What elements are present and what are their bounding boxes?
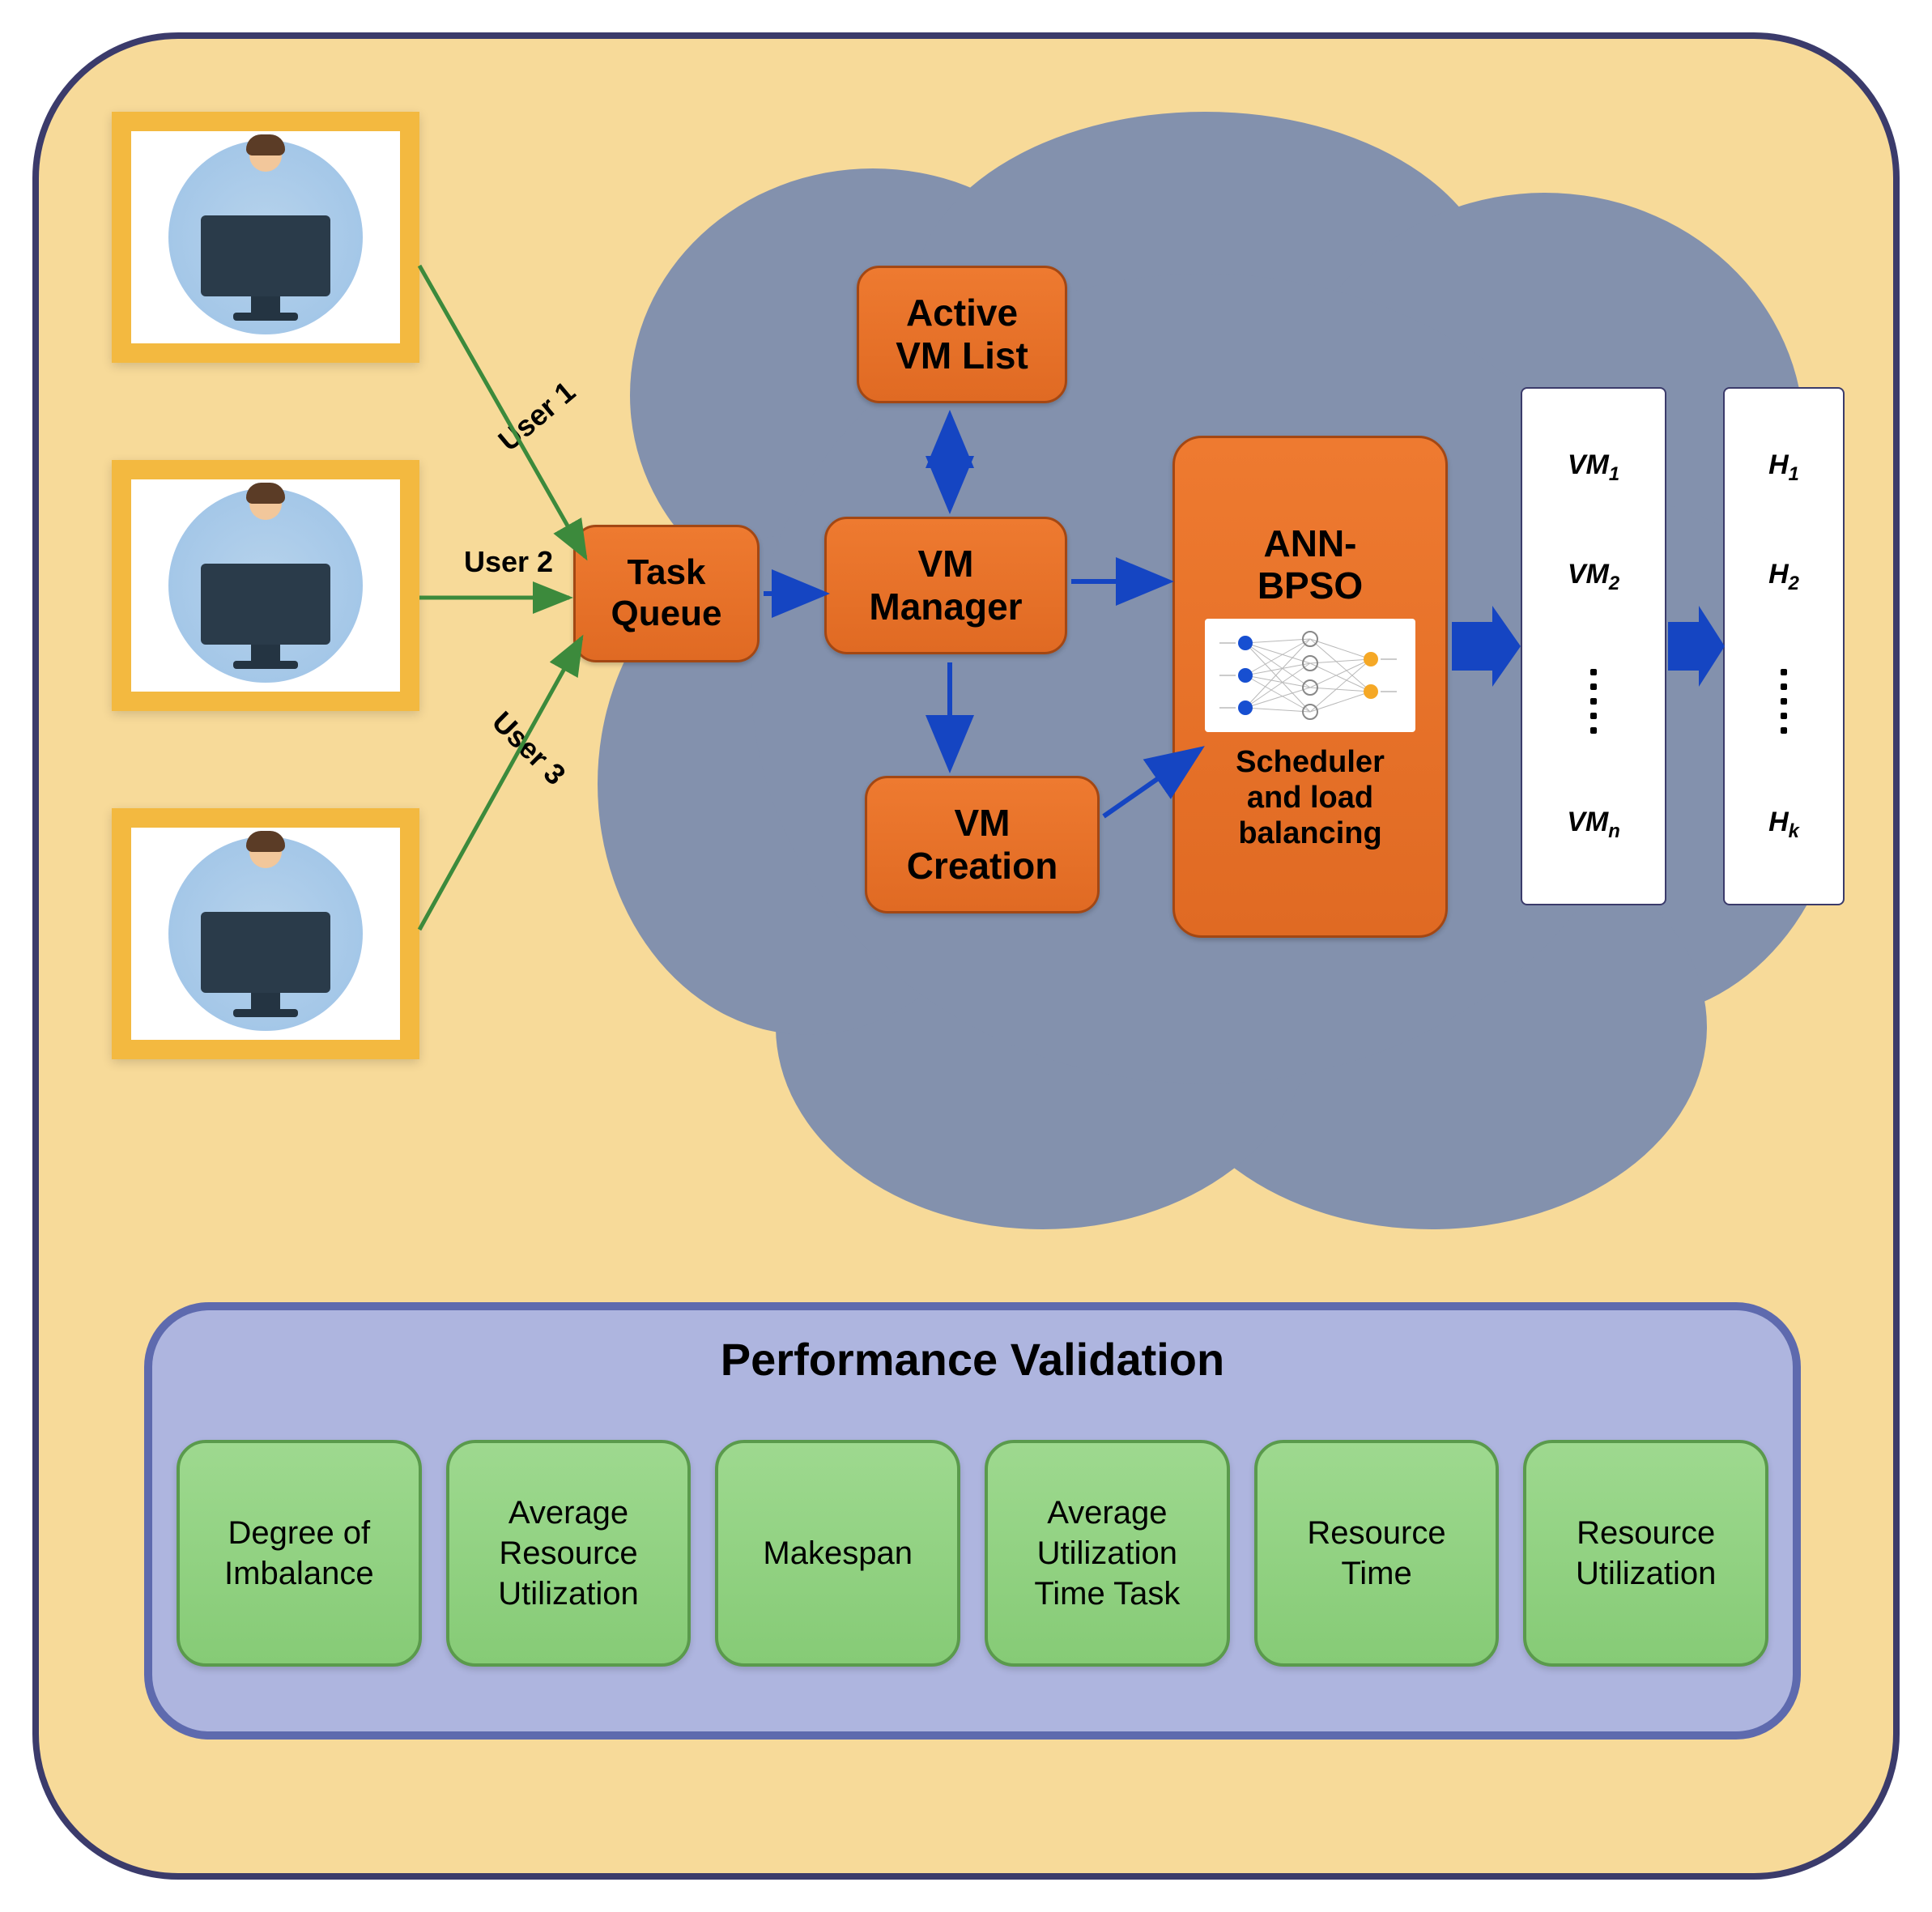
host-list-panel: H1 H2 Hk: [1723, 387, 1845, 905]
vm-creation-line1: VM: [955, 802, 1011, 845]
vm-manager-box: VM Manager: [824, 517, 1067, 654]
performance-title: Performance Validation: [152, 1333, 1793, 1386]
ann-bpso-box: ANN- BPSO Scheduler and load: [1172, 436, 1448, 938]
metric-average-resource-utilization: Average Resource Utilization: [446, 1440, 692, 1667]
metric-resource-time: Resource Time: [1254, 1440, 1500, 1667]
user-avatar: [241, 488, 290, 536]
ann-sub-line2: and load: [1247, 781, 1373, 816]
ann-sub-line3: balancing: [1238, 816, 1381, 852]
ann-sub-line1: Scheduler: [1236, 745, 1385, 781]
ellipsis-icon: [1781, 669, 1787, 734]
list-item: H2: [1768, 559, 1799, 595]
metric-makespan: Makespan: [715, 1440, 960, 1667]
diagram-canvas: User 1 User 2 User 3 Task Queue Active V…: [32, 32, 1900, 1880]
user-label-1: User 1: [492, 375, 581, 458]
user-tile-1: [112, 112, 419, 363]
list-item: VM2: [1568, 559, 1619, 595]
task-queue-box: Task Queue: [573, 525, 760, 662]
neural-network-thumbnail: [1205, 619, 1415, 732]
user-avatar: [241, 139, 290, 188]
active-vm-list-box: Active VM List: [857, 266, 1067, 403]
list-item: H1: [1768, 449, 1799, 486]
ellipsis-icon: [1590, 669, 1597, 734]
metric-resource-utilization: Resource Utilization: [1523, 1440, 1768, 1667]
monitor-icon: [201, 215, 330, 321]
user-tile-2: [112, 460, 419, 711]
active-vm-line2: VM List: [896, 334, 1028, 377]
user-tile-3: [112, 808, 419, 1059]
metric-average-utilization-time-task: Average Utilization Time Task: [985, 1440, 1230, 1667]
list-item: VM1: [1568, 449, 1619, 486]
task-queue-line1: Task: [627, 552, 705, 594]
performance-validation-panel: Performance Validation Degree of Imbalan…: [144, 1302, 1801, 1740]
vm-creation-box: VM Creation: [865, 776, 1100, 913]
ann-line2: BPSO: [1258, 564, 1363, 607]
vm-manager-line2: Manager: [869, 586, 1022, 628]
vm-manager-line1: VM: [918, 543, 974, 586]
metric-row: Degree of Imbalance Average Resource Uti…: [177, 1440, 1768, 1667]
vm-list-panel: VM1 VM2 VMn: [1521, 387, 1666, 905]
vm-creation-line2: Creation: [907, 845, 1058, 888]
list-item: Hk: [1768, 807, 1799, 843]
user-label-2: User 2: [464, 545, 553, 579]
task-queue-line2: Queue: [611, 594, 722, 635]
list-item: VMn: [1567, 807, 1620, 843]
active-vm-line1: Active: [906, 292, 1018, 334]
metric-degree-of-imbalance: Degree of Imbalance: [177, 1440, 422, 1667]
user-avatar: [241, 836, 290, 884]
monitor-icon: [201, 912, 330, 1017]
ann-line1: ANN-: [1264, 522, 1357, 565]
monitor-icon: [201, 564, 330, 669]
user-label-3: User 3: [485, 705, 572, 792]
